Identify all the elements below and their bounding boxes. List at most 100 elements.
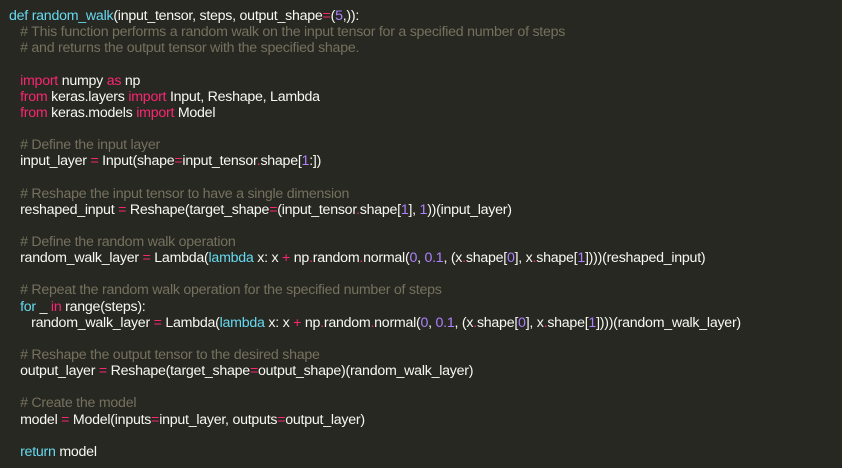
- code-token: 5: [335, 8, 343, 24]
- code-line[interactable]: reshaped_input = Reshape(target_shape=(i…: [9, 202, 842, 218]
- code-token: shape[: [465, 250, 507, 267]
- code-token: shape[: [359, 201, 401, 218]
- code-token: reshaped_input: [20, 201, 119, 218]
- code-line[interactable]: [9, 218, 842, 234]
- code-line[interactable]: # Reshape the output tensor to the desir…: [9, 347, 842, 363]
- code-token: shape[: [536, 250, 578, 267]
- code-token: 0.1: [435, 314, 455, 331]
- code-token: random_walk_layer: [20, 250, 143, 267]
- code-token: =: [153, 314, 162, 331]
- code-token: ], x: [514, 250, 533, 267]
- code-token: Lambda(: [161, 314, 220, 331]
- code-token: keras.models: [47, 104, 137, 121]
- code-line[interactable]: # Repeat the random walk operation for t…: [9, 282, 842, 298]
- code-token: lambda: [208, 250, 254, 267]
- code-line[interactable]: # This function performs a random walk o…: [9, 24, 842, 40]
- code-token: shape[: [476, 314, 519, 331]
- code-line[interactable]: for _ in range(steps):: [9, 299, 842, 315]
- code-token: output_shape)(random_walk_layer): [258, 363, 474, 380]
- code-token: (input_tensor, steps, output_shape: [113, 8, 323, 24]
- code-line[interactable]: [9, 266, 842, 282]
- code-line[interactable]: [9, 379, 842, 395]
- code-token: in: [50, 298, 62, 315]
- code-token: 0: [420, 314, 429, 331]
- code-token: random: [312, 250, 360, 267]
- code-token: # Reshape the input tensor to have a sin…: [20, 185, 350, 202]
- code-token: 1: [588, 314, 597, 331]
- code-token: input_layer, outputs: [159, 411, 278, 428]
- code-token: # Define the input layer: [20, 137, 160, 154]
- code-token: +: [293, 314, 302, 331]
- code-token: =: [151, 411, 160, 428]
- code-line[interactable]: random_walk_layer = Lambda(lambda x: x +…: [9, 250, 842, 266]
- code-line[interactable]: [9, 331, 842, 347]
- code-token: =: [98, 363, 107, 380]
- code-line[interactable]: # Reshape the input tensor to have a sin…: [9, 186, 842, 202]
- code-token: =: [61, 411, 70, 428]
- code-token: range(steps):: [61, 298, 146, 315]
- code-token: Input(shape: [98, 153, 175, 170]
- code-line[interactable]: import numpy as np: [9, 73, 842, 89]
- code-token: # This function performs a random walk o…: [20, 24, 566, 41]
- code-line[interactable]: # Define the random walk operation: [9, 234, 842, 250]
- code-line[interactable]: random_walk_layer = Lambda(lambda x: x +…: [9, 315, 842, 331]
- code-editor[interactable]: def random_walk(input_tensor, steps, out…: [0, 0, 842, 468]
- code-token: output_layer): [285, 411, 365, 428]
- code-token: 0.1: [424, 250, 444, 267]
- code-line[interactable]: from keras.models import Model: [9, 105, 842, 121]
- code-line[interactable]: return model: [9, 444, 842, 460]
- code-line[interactable]: output_layer = Reshape(target_shape=outp…: [9, 363, 842, 379]
- code-token: ,)):: [342, 8, 360, 24]
- code-line[interactable]: [9, 56, 842, 72]
- code-line[interactable]: input_layer = Input(shape=input_tensor.s…: [9, 153, 842, 169]
- code-line[interactable]: model = Model(inputs=input_layer, output…: [9, 412, 842, 428]
- code-token: Model(inputs: [69, 411, 152, 428]
- code-token: input_layer: [20, 153, 91, 170]
- code-line[interactable]: def random_walk(input_tensor, steps, out…: [9, 8, 842, 24]
- code-token: numpy: [58, 72, 107, 89]
- code-token: shape[: [260, 153, 302, 170]
- code-line[interactable]: [9, 428, 842, 444]
- code-line[interactable]: [9, 121, 842, 137]
- code-line[interactable]: # Define the input layer: [9, 137, 842, 153]
- code-token: random_walk_layer: [31, 314, 154, 331]
- code-token: import: [136, 104, 175, 121]
- code-token: Lambda(: [150, 250, 209, 267]
- code-token: for: [20, 298, 36, 315]
- code-line[interactable]: # Create the model: [9, 395, 842, 411]
- code-line[interactable]: # and returns the output tensor with the…: [9, 40, 842, 56]
- code-token: from: [20, 88, 48, 105]
- code-token: import: [20, 72, 58, 89]
- code-token: # Create the model: [20, 395, 137, 412]
- code-token: =: [322, 8, 331, 24]
- code-token: model: [20, 411, 62, 428]
- code-token: # Reshape the output tensor to the desir…: [20, 346, 320, 363]
- code-token: Reshape(target_shape: [106, 363, 251, 380]
- code-token: lambda: [219, 314, 265, 331]
- code-line[interactable]: from keras.layers import Input, Reshape,…: [9, 89, 842, 105]
- code-token: as: [106, 72, 122, 89]
- code-line[interactable]: [9, 169, 842, 185]
- code-token: np: [121, 72, 141, 89]
- code-token: normal(: [363, 250, 410, 267]
- code-token: =: [249, 363, 258, 380]
- code-token: ], x: [525, 314, 544, 331]
- code-token: :]): [309, 153, 322, 170]
- code-token: , (x: [454, 314, 474, 331]
- code-token: import: [128, 88, 167, 105]
- code-token: ,: [428, 314, 436, 331]
- code-token: model: [55, 443, 97, 460]
